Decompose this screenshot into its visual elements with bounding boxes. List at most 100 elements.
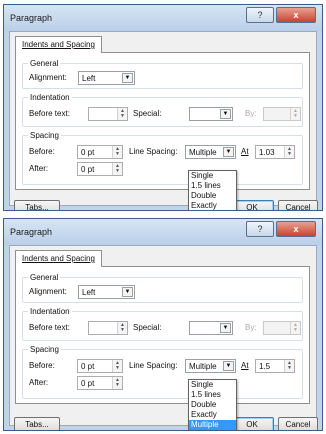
tab-indents-and-spacing[interactable]: Indents and Spacing <box>15 36 102 53</box>
title-bar: Paragraph ? x <box>4 5 322 31</box>
close-button[interactable]: x <box>276 221 316 237</box>
general-legend: General <box>28 273 61 282</box>
help-icon: ? <box>257 10 263 20</box>
line-spacing-value: Multiple <box>189 148 217 157</box>
spinner-arrows-icon: ▲ ▼ <box>290 322 300 334</box>
tabs-button-label: Tabs... <box>25 420 49 429</box>
option-single[interactable]: Single <box>189 380 236 390</box>
option-1-5-lines[interactable]: 1.5 lines <box>189 390 236 400</box>
cancel-button-label: Cancel <box>285 203 311 211</box>
tab-panel: General Alignment: Left ▼ Indentation Be… <box>15 266 310 404</box>
line-spacing-value: Multiple <box>189 362 217 371</box>
tab-label: Indents and Spacing <box>22 40 95 49</box>
indentation-group: Indentation Before text: ▲ ▼ Special: ▼ B… <box>22 93 303 127</box>
general-group: General Alignment: Left ▼ <box>22 273 303 303</box>
after-spinner[interactable]: 0 pt ▲ ▼ <box>77 162 123 176</box>
spinner-arrows-icon[interactable]: ▲ ▼ <box>112 146 122 158</box>
chevron-down-icon[interactable]: ▼ <box>122 287 133 297</box>
line-spacing-select[interactable]: Multiple ▼ <box>185 359 236 373</box>
before-spinner[interactable]: 0 pt ▲ ▼ <box>77 359 123 373</box>
option-double[interactable]: Double <box>189 400 236 410</box>
help-button[interactable]: ? <box>246 7 274 23</box>
help-button[interactable]: ? <box>246 221 274 237</box>
special-label: Special: <box>133 109 162 118</box>
line-spacing-label: Line Spacing: <box>129 147 178 156</box>
dialog-title: Paragraph <box>10 13 53 23</box>
cancel-button-label: Cancel <box>285 420 311 429</box>
alignment-label: Alignment: <box>29 287 67 296</box>
option-exactly[interactable]: Exactly <box>189 410 236 420</box>
before-spinner[interactable]: 0 pt ▲ ▼ <box>77 145 123 159</box>
alignment-value: Left <box>82 74 96 83</box>
line-spacing-select[interactable]: Multiple ▼ <box>185 145 236 159</box>
before-text-spinner[interactable]: ▲ ▼ <box>88 107 128 121</box>
before-text-spinner[interactable]: ▲ ▼ <box>88 321 128 335</box>
after-label: After: <box>29 378 49 387</box>
line-spacing-options-list[interactable]: Single 1.5 lines Double Exactly <box>188 170 237 210</box>
spinner-arrows-icon[interactable]: ▲ ▼ <box>112 360 122 372</box>
by-label: By: <box>245 109 257 118</box>
title-bar: Paragraph ? x <box>4 219 322 245</box>
indentation-group: Indentation Before text: ▲ ▼ Special: ▼ B… <box>22 307 303 341</box>
option-multiple-highlighted[interactable]: Multiple <box>189 420 236 430</box>
spinner-arrows-icon[interactable]: ▲ ▼ <box>112 377 122 389</box>
at-value: 1.5 <box>259 362 271 371</box>
tabs-button[interactable]: Tabs... <box>14 200 60 210</box>
spacing-group: Spacing Before: 0 pt ▲ ▼ After: 0 pt ▲ ▼ L… <box>22 131 303 185</box>
chevron-down-icon[interactable]: ▼ <box>223 361 234 371</box>
spacing-legend: Spacing <box>28 131 61 140</box>
spacing-legend: Spacing <box>28 345 61 354</box>
ok-button-label: OK <box>246 420 258 429</box>
indentation-legend: Indentation <box>28 307 72 316</box>
option-single[interactable]: Single <box>189 171 236 181</box>
help-icon: ? <box>257 224 263 234</box>
spinner-arrows-icon[interactable]: ▲ ▼ <box>284 360 294 372</box>
dialog-content: Indents and Spacing General Alignment: L… <box>9 245 318 430</box>
before-value: 0 pt <box>81 362 95 371</box>
before-text-label: Before text: <box>29 109 70 118</box>
cancel-button[interactable]: Cancel <box>278 200 318 211</box>
alignment-value: Left <box>82 288 96 297</box>
before-value: 0 pt <box>81 148 95 157</box>
by-spinner: ▲ ▼ <box>263 321 301 335</box>
by-spinner: ▲ ▼ <box>263 107 301 121</box>
spinner-arrows-icon[interactable]: ▲ ▼ <box>117 322 127 334</box>
chevron-down-icon[interactable]: ▼ <box>223 147 234 157</box>
chevron-down-icon[interactable]: ▼ <box>220 323 231 333</box>
alignment-select[interactable]: Left ▼ <box>78 285 135 299</box>
chevron-down-icon[interactable]: ▼ <box>220 109 231 119</box>
tab-indents-and-spacing[interactable]: Indents and Spacing <box>15 250 102 267</box>
close-button[interactable]: x <box>276 7 316 23</box>
tabs-button[interactable]: Tabs... <box>14 417 60 430</box>
after-spinner[interactable]: 0 pt ▲ ▼ <box>77 376 123 390</box>
option-double[interactable]: Double <box>189 191 236 201</box>
dialog-content: Indents and Spacing General Alignment: L… <box>9 31 318 210</box>
close-icon: x <box>293 224 299 234</box>
special-select[interactable]: ▼ <box>189 321 233 335</box>
alignment-select[interactable]: Left ▼ <box>78 71 135 85</box>
close-icon: x <box>293 10 299 20</box>
chevron-down-icon[interactable]: ▼ <box>122 73 133 83</box>
spinner-arrows-icon[interactable]: ▲ ▼ <box>117 108 127 120</box>
spacing-group: Spacing Before: 0 pt ▲ ▼ After: 0 pt ▲ ▼ L… <box>22 345 303 399</box>
line-spacing-label: Line Spacing: <box>129 361 178 370</box>
special-select[interactable]: ▼ <box>189 107 233 121</box>
general-legend: General <box>28 59 61 68</box>
spinner-arrows-icon[interactable]: ▲ ▼ <box>112 163 122 175</box>
before-label: Before: <box>29 147 55 156</box>
at-label: At <box>241 361 249 370</box>
spinner-arrows-icon[interactable]: ▲ ▼ <box>284 146 294 158</box>
option-1-5-lines[interactable]: 1.5 lines <box>189 181 236 191</box>
before-text-label: Before text: <box>29 323 70 332</box>
after-value: 0 pt <box>81 379 95 388</box>
spinner-arrows-icon: ▲ ▼ <box>290 108 300 120</box>
before-label: Before: <box>29 361 55 370</box>
ok-button-label: OK <box>246 203 258 211</box>
at-spinner[interactable]: 1.5 ▲ ▼ <box>255 359 295 373</box>
at-spinner[interactable]: 1.03 ▲ ▼ <box>255 145 295 159</box>
special-label: Special: <box>133 323 162 332</box>
line-spacing-options-list[interactable]: Single 1.5 lines Double Exactly Multiple <box>188 379 237 430</box>
paragraph-dialog-1: Paragraph ? x Indents and Spacing Genera… <box>3 4 323 211</box>
option-exactly[interactable]: Exactly <box>189 201 236 210</box>
cancel-button[interactable]: Cancel <box>278 417 318 430</box>
